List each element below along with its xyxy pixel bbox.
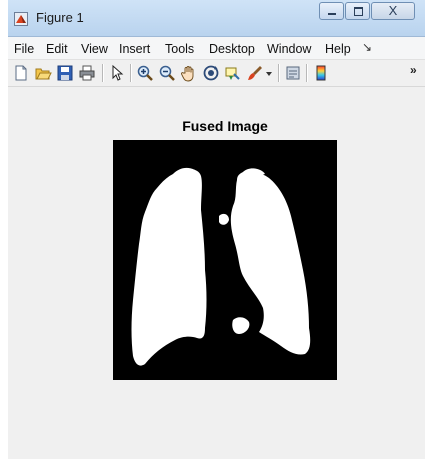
menu-view[interactable]: View <box>81 42 108 56</box>
close-icon: X <box>388 3 398 18</box>
open-file-icon[interactable] <box>34 64 52 82</box>
figure-canvas: Fused Image <box>8 87 425 459</box>
window-controls: X <box>318 2 415 20</box>
dropdown-arrow-icon[interactable] <box>264 64 274 82</box>
zoom-out-icon[interactable] <box>158 64 176 82</box>
menu-help[interactable]: Help <box>325 42 351 56</box>
data-cursor-icon[interactable] <box>224 64 242 82</box>
figure-toolbar: » <box>8 60 425 87</box>
axes-title: Fused Image <box>182 118 268 134</box>
menu-tools[interactable]: Tools <box>165 42 194 56</box>
figure-window: Figure 1 X File Edit View Insert Tools D… <box>8 0 425 459</box>
maximize-icon <box>354 7 363 16</box>
menu-bar: File Edit View Insert Tools Desktop Wind… <box>8 37 425 60</box>
colorbar-icon[interactable] <box>312 64 330 82</box>
menu-file[interactable]: File <box>14 42 34 56</box>
toolbar-separator <box>306 64 308 82</box>
toolbar-overflow-button[interactable]: » <box>410 63 417 77</box>
minimize-button[interactable] <box>319 2 344 20</box>
menu-window[interactable]: Window <box>267 42 311 56</box>
menu-overflow-icon[interactable]: ↘ <box>362 40 372 54</box>
save-icon[interactable] <box>56 64 74 82</box>
matlab-figure-icon[interactable] <box>14 11 28 26</box>
window-title: Figure 1 <box>36 10 84 25</box>
image-axes[interactable] <box>113 140 337 380</box>
desktop-edge <box>0 0 8 459</box>
maximize-button[interactable] <box>345 2 370 20</box>
toolbar-separator <box>278 64 280 82</box>
toolbar-separator <box>130 64 132 82</box>
rotate-3d-icon[interactable] <box>202 64 220 82</box>
new-figure-icon[interactable] <box>12 64 30 82</box>
print-icon[interactable] <box>78 64 96 82</box>
title-bar[interactable]: Figure 1 X <box>8 0 425 37</box>
pointer-icon[interactable] <box>108 64 126 82</box>
toolbar-separator <box>102 64 104 82</box>
close-button[interactable]: X <box>371 2 415 20</box>
menu-desktop[interactable]: Desktop <box>209 42 255 56</box>
zoom-in-icon[interactable] <box>136 64 154 82</box>
menu-insert[interactable]: Insert <box>119 42 150 56</box>
minimize-icon <box>328 13 336 15</box>
brush-icon[interactable] <box>246 64 264 82</box>
link-plot-icon[interactable] <box>284 64 302 82</box>
pan-hand-icon[interactable] <box>180 64 198 82</box>
menu-edit[interactable]: Edit <box>46 42 68 56</box>
lung-mask-image <box>113 140 337 380</box>
